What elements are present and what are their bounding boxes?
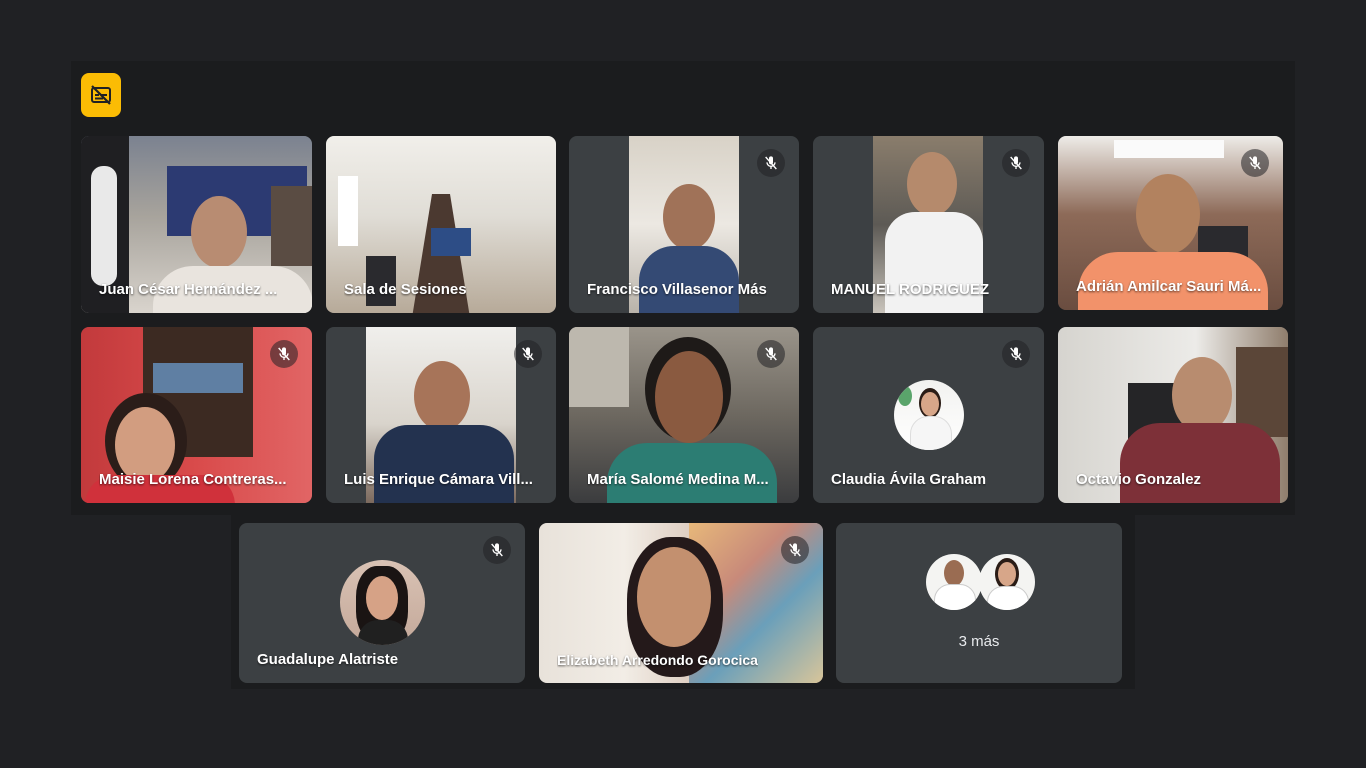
mic-off-icon [491, 543, 503, 557]
participant-tile[interactable]: MANUEL RODRIGUEZ [813, 136, 1044, 313]
participant-avatar [926, 554, 982, 610]
mic-off-icon [1010, 156, 1022, 170]
participant-name: Octavio Gonzalez [1076, 471, 1202, 488]
mic-off-icon [789, 543, 801, 557]
participant-name: Elizabeth Arredondo Gorocica [557, 652, 758, 668]
mic-off-indicator [757, 340, 785, 368]
participant-name: MANUEL RODRIGUEZ [831, 281, 990, 298]
more-participants-label: 3 más [958, 633, 1000, 650]
mic-off-indicator [1002, 149, 1030, 177]
participant-name: Maisie Lorena Contreras... [99, 471, 287, 488]
mic-off-indicator [757, 149, 785, 177]
participant-name: Luis Enrique Cámara Vill... [344, 471, 533, 488]
mic-off-icon [765, 347, 777, 361]
participant-tile[interactable]: Guadalupe Alatriste [239, 523, 525, 683]
participant-name: Francisco Villasenor Más [587, 281, 767, 298]
participant-avatar [979, 554, 1035, 610]
mic-off-icon [1249, 156, 1261, 170]
participant-tile[interactable]: Adrián Amilcar Sauri Má... [1058, 136, 1283, 310]
mic-off-indicator [1002, 340, 1030, 368]
captions-off-button[interactable] [81, 73, 121, 117]
participant-avatar [340, 560, 425, 645]
participant-tile[interactable]: María Salomé Medina M... [569, 327, 799, 503]
mic-off-icon [522, 347, 534, 361]
participant-tile[interactable]: Octavio Gonzalez [1058, 327, 1288, 503]
participant-avatar [894, 380, 964, 450]
mic-off-indicator [270, 340, 298, 368]
mic-off-indicator [514, 340, 542, 368]
mic-off-indicator [781, 536, 809, 564]
participant-name: Sala de Sesiones [344, 281, 467, 298]
participant-name: Juan César Hernández ... [99, 281, 278, 298]
participant-tile[interactable]: Maisie Lorena Contreras... [81, 327, 312, 503]
mic-off-icon [765, 156, 777, 170]
mic-off-icon [278, 347, 290, 361]
participant-name: Claudia Ávila Graham [831, 471, 987, 488]
mic-off-indicator [1241, 149, 1269, 177]
participant-name: María Salomé Medina M... [587, 471, 769, 488]
participant-tile[interactable]: Luis Enrique Cámara Vill... [326, 327, 556, 503]
participant-tile[interactable]: Elizabeth Arredondo Gorocica [539, 523, 823, 683]
meeting-stage: Juan César Hernández ... Sala de Sesione… [0, 0, 1366, 768]
participant-tile[interactable]: Claudia Ávila Graham [813, 327, 1044, 503]
captions-off-icon [91, 85, 111, 105]
participant-name: Adrián Amilcar Sauri Má... [1076, 278, 1262, 295]
participant-tile[interactable]: Juan César Hernández ... [81, 136, 312, 313]
mic-off-icon [1010, 347, 1022, 361]
mic-off-indicator [483, 536, 511, 564]
participant-tile[interactable]: Sala de Sesiones [326, 136, 556, 313]
more-participants-tile[interactable]: 3 más [836, 523, 1122, 683]
participant-name: Guadalupe Alatriste [257, 651, 399, 668]
participant-tile[interactable]: Francisco Villasenor Más [569, 136, 799, 313]
